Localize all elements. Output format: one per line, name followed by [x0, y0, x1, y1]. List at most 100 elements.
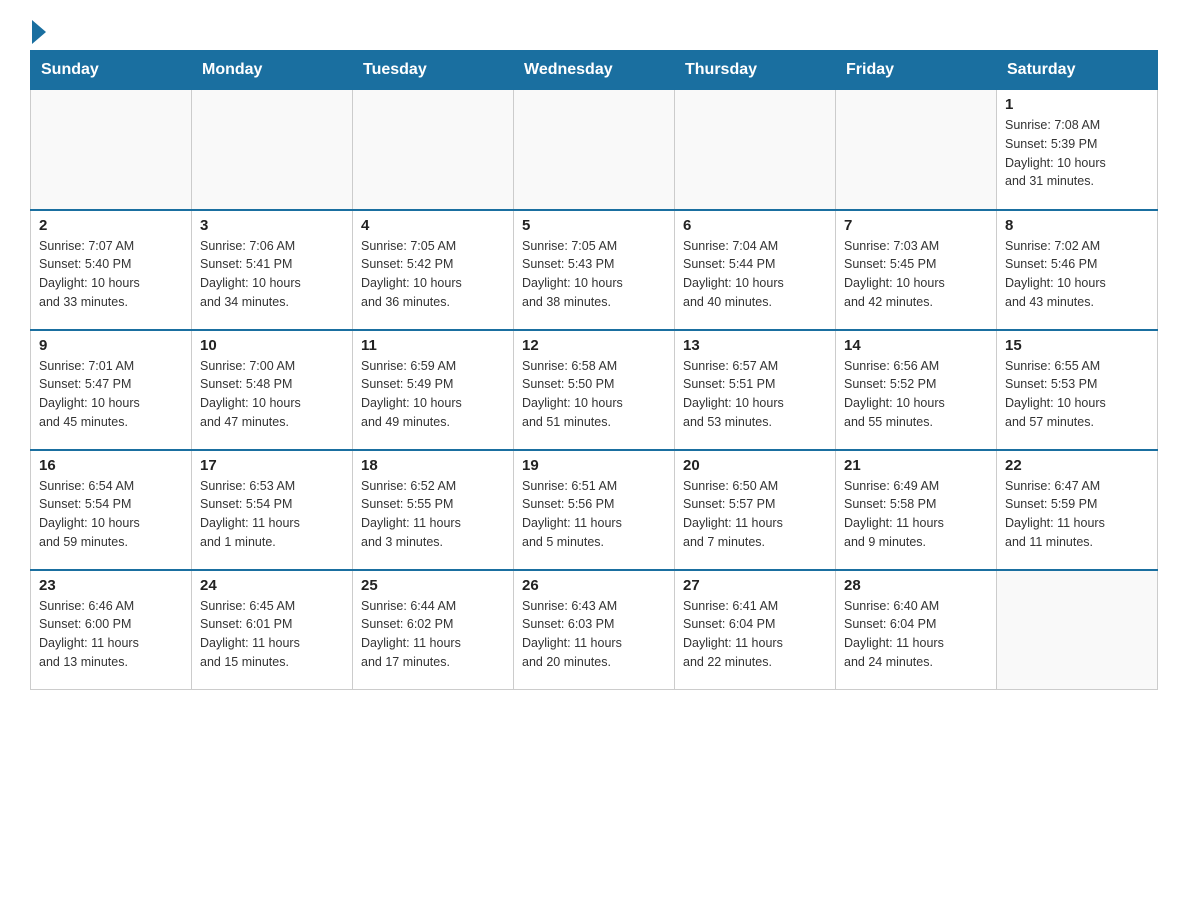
- day-info: Sunrise: 6:52 AM Sunset: 5:55 PM Dayligh…: [361, 477, 505, 552]
- day-number: 6: [683, 217, 827, 234]
- day-info: Sunrise: 6:51 AM Sunset: 5:56 PM Dayligh…: [522, 477, 666, 552]
- calendar-day-cell: 2 Sunrise: 7:07 AM Sunset: 5:40 PM Daylig…: [31, 210, 192, 330]
- day-info: Sunrise: 7:01 AM Sunset: 5:47 PM Dayligh…: [39, 357, 183, 432]
- calendar-table: SundayMondayTuesdayWednesdayThursdayFrid…: [30, 50, 1158, 690]
- calendar-day-cell: 10Sunrise: 7:00 AM Sunset: 5:48 PM Dayli…: [192, 330, 353, 450]
- weekday-header-row: SundayMondayTuesdayWednesdayThursdayFrid…: [31, 51, 1158, 90]
- calendar-day-cell: [353, 90, 514, 210]
- calendar-day-cell: 14 Sunrise: 6:56 AM Sunset: 5:52 PM Dayli…: [836, 330, 997, 450]
- calendar-day-cell: [836, 90, 997, 210]
- calendar-day-cell: 18 Sunrise: 6:52 AM Sunset: 5:55 PM Dayli…: [353, 450, 514, 570]
- calendar-day-cell: 11 Sunrise: 6:59 AM Sunset: 5:49 PM Dayli…: [353, 330, 514, 450]
- calendar-day-cell: [514, 90, 675, 210]
- calendar-week-row: 1Sunrise: 7:08 AM Sunset: 5:39 PM Daylig…: [31, 90, 1158, 210]
- calendar-day-cell: [675, 90, 836, 210]
- calendar-day-cell: 4 Sunrise: 7:05 AM Sunset: 5:42 PM Daylig…: [353, 210, 514, 330]
- day-number: 20: [683, 457, 827, 474]
- calendar-day-cell: 6 Sunrise: 7:04 AM Sunset: 5:44 PM Daylig…: [675, 210, 836, 330]
- day-info: Sunrise: 6:54 AM Sunset: 5:54 PM Dayligh…: [39, 477, 183, 552]
- day-number: 11: [361, 337, 505, 354]
- day-number: 17: [200, 457, 344, 474]
- day-number: 23: [39, 577, 183, 594]
- weekday-header-thursday: Thursday: [675, 51, 836, 90]
- calendar-day-cell: 21 Sunrise: 6:49 AM Sunset: 5:58 PM Dayli…: [836, 450, 997, 570]
- calendar-week-row: 16 Sunrise: 6:54 AM Sunset: 5:54 PM Dayli…: [31, 450, 1158, 570]
- day-number: 27: [683, 577, 827, 594]
- day-info: Sunrise: 6:50 AM Sunset: 5:57 PM Dayligh…: [683, 477, 827, 552]
- calendar-day-cell: 13 Sunrise: 6:57 AM Sunset: 5:51 PM Dayli…: [675, 330, 836, 450]
- day-number: 5: [522, 217, 666, 234]
- day-info: Sunrise: 6:40 AM Sunset: 6:04 PM Dayligh…: [844, 597, 988, 672]
- calendar-week-row: 9 Sunrise: 7:01 AM Sunset: 5:47 PM Daylig…: [31, 330, 1158, 450]
- page-header: [30, 20, 1158, 40]
- day-number: 15: [1005, 337, 1149, 354]
- day-info: Sunrise: 6:41 AM Sunset: 6:04 PM Dayligh…: [683, 597, 827, 672]
- day-info: Sunrise: 6:49 AM Sunset: 5:58 PM Dayligh…: [844, 477, 988, 552]
- calendar-day-cell: [31, 90, 192, 210]
- day-number: 7: [844, 217, 988, 234]
- weekday-header-tuesday: Tuesday: [353, 51, 514, 90]
- day-info: Sunrise: 6:46 AM Sunset: 6:00 PM Dayligh…: [39, 597, 183, 672]
- day-info: Sunrise: 6:58 AM Sunset: 5:50 PM Dayligh…: [522, 357, 666, 432]
- day-number: 26: [522, 577, 666, 594]
- calendar-day-cell: 22 Sunrise: 6:47 AM Sunset: 5:59 PM Dayli…: [997, 450, 1158, 570]
- day-number: 2: [39, 217, 183, 234]
- day-info: Sunrise: 7:05 AM Sunset: 5:42 PM Dayligh…: [361, 237, 505, 312]
- calendar-day-cell: 27 Sunrise: 6:41 AM Sunset: 6:04 PM Dayli…: [675, 570, 836, 690]
- day-info: Sunrise: 7:07 AM Sunset: 5:40 PM Dayligh…: [39, 237, 183, 312]
- day-number: 13: [683, 337, 827, 354]
- weekday-header-monday: Monday: [192, 51, 353, 90]
- calendar-day-cell: 19 Sunrise: 6:51 AM Sunset: 5:56 PM Dayli…: [514, 450, 675, 570]
- day-info: Sunrise: 6:59 AM Sunset: 5:49 PM Dayligh…: [361, 357, 505, 432]
- day-info: Sunrise: 7:04 AM Sunset: 5:44 PM Dayligh…: [683, 237, 827, 312]
- day-info: Sunrise: 6:53 AM Sunset: 5:54 PM Dayligh…: [200, 477, 344, 552]
- day-number: 1: [1005, 96, 1149, 113]
- day-number: 3: [200, 217, 344, 234]
- calendar-day-cell: 5 Sunrise: 7:05 AM Sunset: 5:43 PM Daylig…: [514, 210, 675, 330]
- day-info: Sunrise: 7:02 AM Sunset: 5:46 PM Dayligh…: [1005, 237, 1149, 312]
- day-info: Sunrise: 6:45 AM Sunset: 6:01 PM Dayligh…: [200, 597, 344, 672]
- weekday-header-sunday: Sunday: [31, 51, 192, 90]
- day-number: 14: [844, 337, 988, 354]
- calendar-day-cell: 8 Sunrise: 7:02 AM Sunset: 5:46 PM Daylig…: [997, 210, 1158, 330]
- day-number: 28: [844, 577, 988, 594]
- weekday-header-friday: Friday: [836, 51, 997, 90]
- day-number: 4: [361, 217, 505, 234]
- day-info: Sunrise: 6:43 AM Sunset: 6:03 PM Dayligh…: [522, 597, 666, 672]
- calendar-day-cell: 3Sunrise: 7:06 AM Sunset: 5:41 PM Daylig…: [192, 210, 353, 330]
- calendar-day-cell: 28 Sunrise: 6:40 AM Sunset: 6:04 PM Dayli…: [836, 570, 997, 690]
- day-info: Sunrise: 6:47 AM Sunset: 5:59 PM Dayligh…: [1005, 477, 1149, 552]
- calendar-day-cell: 15 Sunrise: 6:55 AM Sunset: 5:53 PM Dayli…: [997, 330, 1158, 450]
- day-number: 12: [522, 337, 666, 354]
- day-number: 21: [844, 457, 988, 474]
- calendar-week-row: 23 Sunrise: 6:46 AM Sunset: 6:00 PM Dayli…: [31, 570, 1158, 690]
- weekday-header-saturday: Saturday: [997, 51, 1158, 90]
- calendar-day-cell: [997, 570, 1158, 690]
- calendar-day-cell: 24 Sunrise: 6:45 AM Sunset: 6:01 PM Dayli…: [192, 570, 353, 690]
- day-number: 19: [522, 457, 666, 474]
- calendar-day-cell: [192, 90, 353, 210]
- day-number: 24: [200, 577, 344, 594]
- calendar-day-cell: 25 Sunrise: 6:44 AM Sunset: 6:02 PM Dayli…: [353, 570, 514, 690]
- day-number: 22: [1005, 457, 1149, 474]
- calendar-day-cell: 16 Sunrise: 6:54 AM Sunset: 5:54 PM Dayli…: [31, 450, 192, 570]
- day-info: Sunrise: 6:57 AM Sunset: 5:51 PM Dayligh…: [683, 357, 827, 432]
- day-info: Sunrise: 6:55 AM Sunset: 5:53 PM Dayligh…: [1005, 357, 1149, 432]
- calendar-day-cell: 17 Sunrise: 6:53 AM Sunset: 5:54 PM Dayli…: [192, 450, 353, 570]
- day-number: 25: [361, 577, 505, 594]
- day-info: Sunrise: 6:56 AM Sunset: 5:52 PM Dayligh…: [844, 357, 988, 432]
- day-number: 16: [39, 457, 183, 474]
- day-info: Sunrise: 6:44 AM Sunset: 6:02 PM Dayligh…: [361, 597, 505, 672]
- day-number: 18: [361, 457, 505, 474]
- calendar-day-cell: 7Sunrise: 7:03 AM Sunset: 5:45 PM Daylig…: [836, 210, 997, 330]
- calendar-day-cell: 1Sunrise: 7:08 AM Sunset: 5:39 PM Daylig…: [997, 90, 1158, 210]
- day-number: 8: [1005, 217, 1149, 234]
- logo-arrow-icon: [32, 20, 46, 44]
- calendar-day-cell: 12 Sunrise: 6:58 AM Sunset: 5:50 PM Dayli…: [514, 330, 675, 450]
- weekday-header-wednesday: Wednesday: [514, 51, 675, 90]
- calendar-day-cell: 9 Sunrise: 7:01 AM Sunset: 5:47 PM Daylig…: [31, 330, 192, 450]
- calendar-day-cell: 26 Sunrise: 6:43 AM Sunset: 6:03 PM Dayli…: [514, 570, 675, 690]
- day-number: 9: [39, 337, 183, 354]
- calendar-day-cell: 23 Sunrise: 6:46 AM Sunset: 6:00 PM Dayli…: [31, 570, 192, 690]
- day-info: Sunrise: 7:05 AM Sunset: 5:43 PM Dayligh…: [522, 237, 666, 312]
